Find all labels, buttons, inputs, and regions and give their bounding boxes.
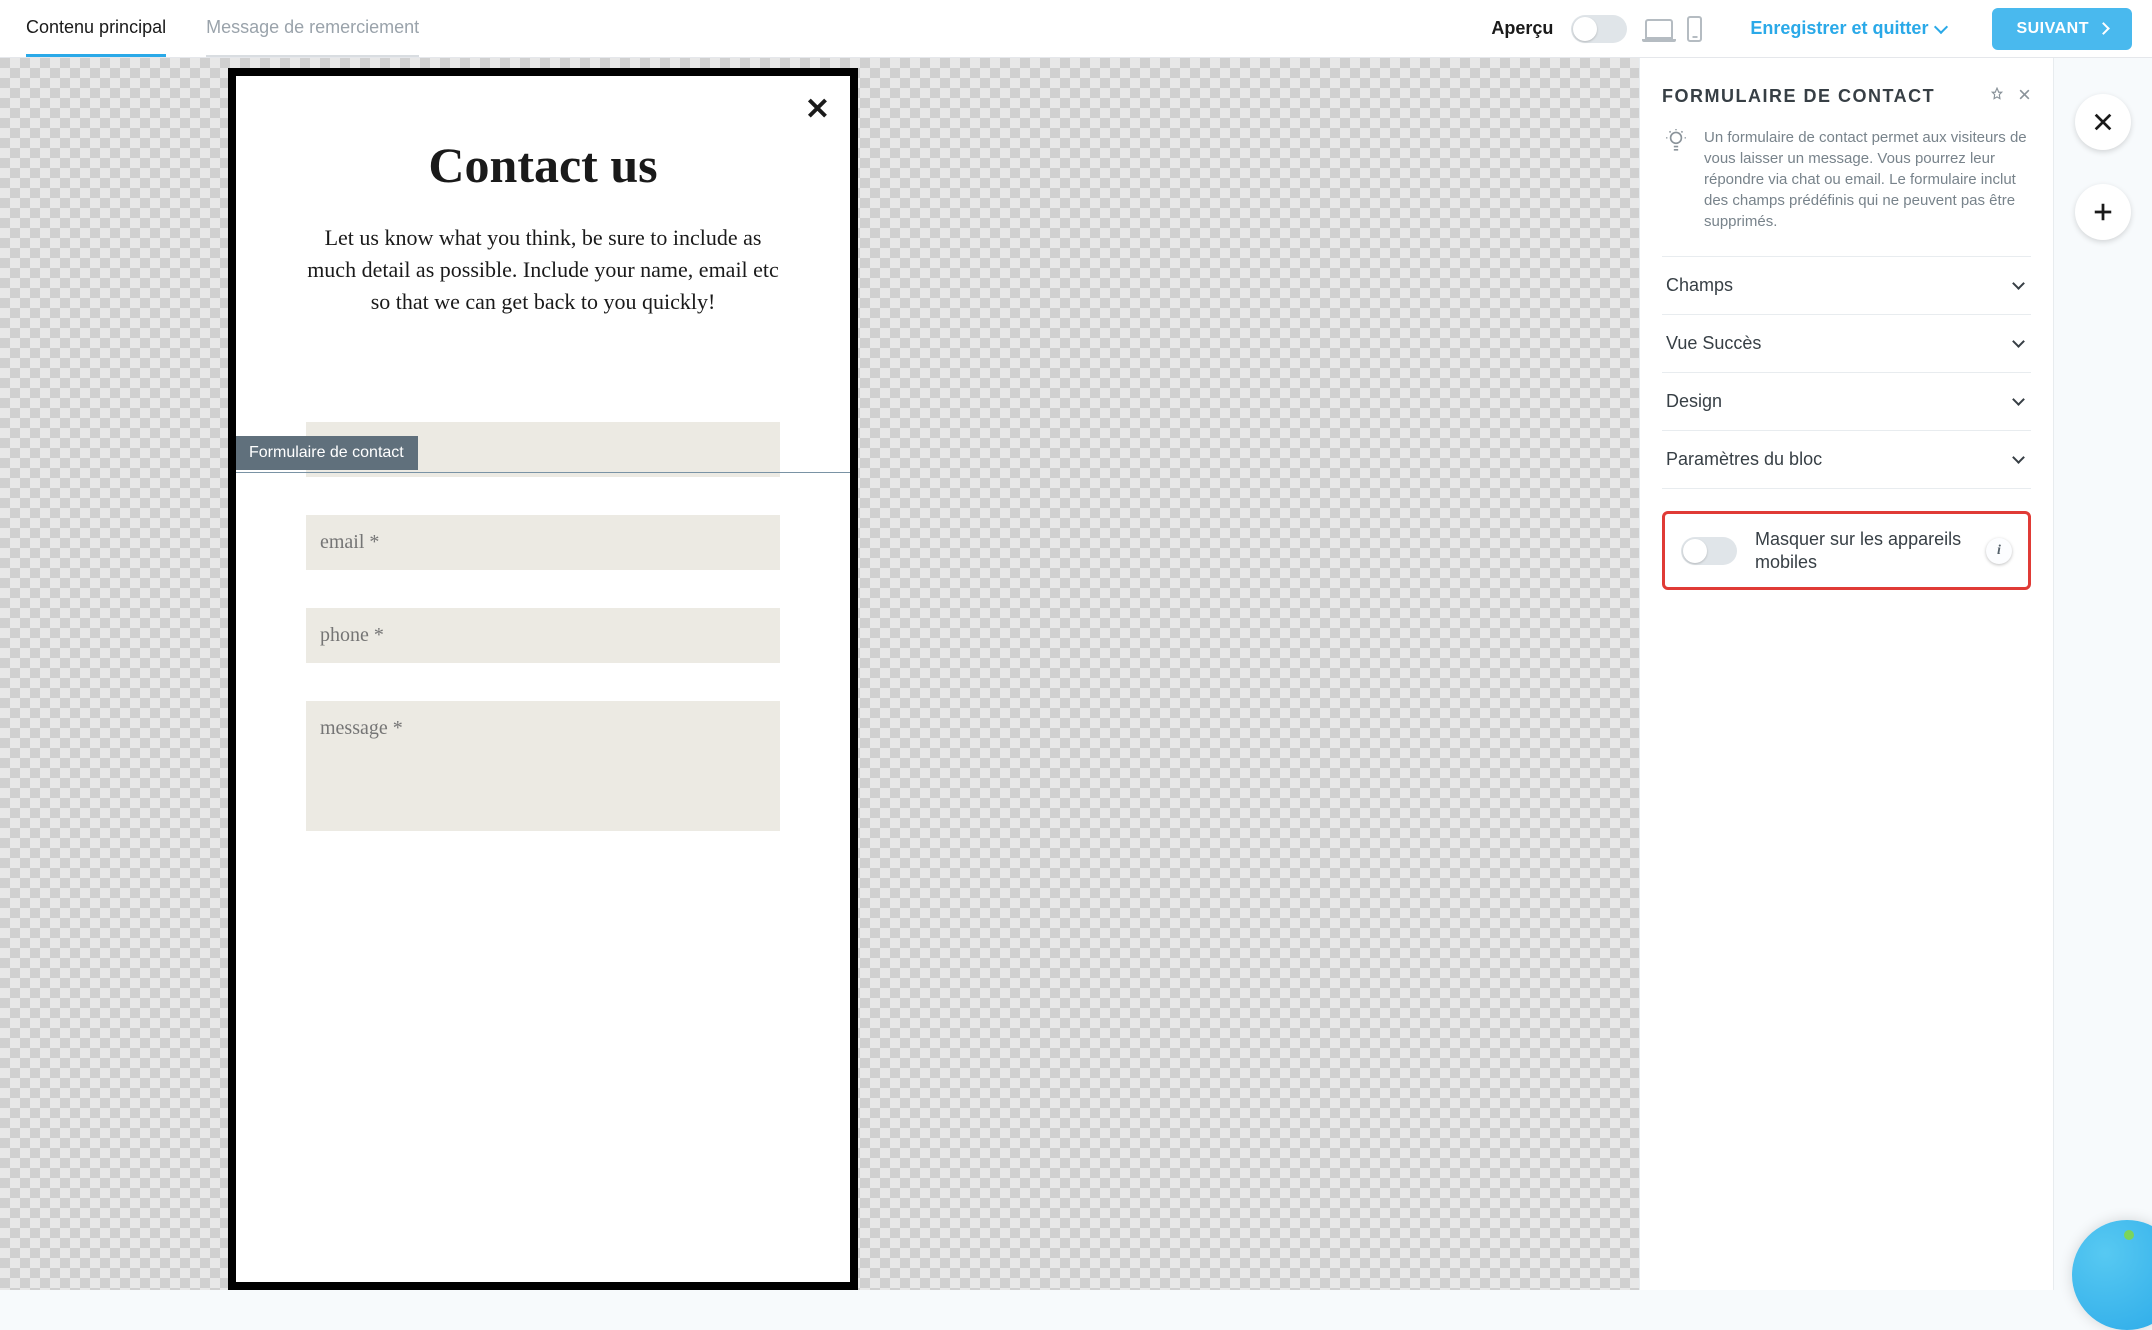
save-and-exit-label: Enregistrer et quitter [1750, 18, 1928, 39]
mobile-icon[interactable] [1687, 16, 1702, 42]
tab-thanks-message[interactable]: Message de remerciement [206, 1, 419, 57]
section-block-label: Paramètres du bloc [1666, 449, 1822, 470]
desktop-icon[interactable] [1645, 19, 1673, 39]
help-chat-bubble[interactable] [2072, 1220, 2152, 1330]
section-design[interactable]: Design [1662, 373, 2031, 430]
chevron-down-icon [1934, 19, 1948, 33]
right-rail [2054, 58, 2152, 1290]
close-panel-icon[interactable] [2018, 88, 2031, 106]
chevron-down-icon [2012, 393, 2025, 406]
chevron-down-icon [2012, 277, 2025, 290]
lightbulb-icon [1662, 127, 1690, 232]
settings-panel: Formulaire de contact Un formulaire de c… [1639, 58, 2054, 1290]
chevron-down-icon [2012, 335, 2025, 348]
add-block-button[interactable] [2075, 184, 2131, 240]
hide-on-mobile-toggle[interactable] [1681, 537, 1737, 565]
panel-tip-text: Un formulaire de contact permet aux visi… [1704, 127, 2031, 232]
contact-heading[interactable]: Contact us [276, 136, 810, 194]
next-button[interactable]: SUIVANT [1992, 8, 2132, 50]
preview-controls: Aperçu Enregistrer et quitter SUIVANT [1491, 8, 2132, 50]
email-field[interactable] [306, 515, 780, 570]
section-success-view[interactable]: Vue Succès [1662, 315, 2031, 372]
info-icon[interactable]: i [1986, 538, 2012, 564]
chevron-right-icon [2097, 22, 2110, 35]
section-block-settings[interactable]: Paramètres du bloc [1662, 431, 2031, 488]
hide-on-mobile-label: Masquer sur les appareils mobiles [1755, 528, 1968, 573]
preview-label: Aperçu [1491, 18, 1553, 39]
tab-main-content[interactable]: Contenu principal [26, 1, 166, 57]
pin-icon[interactable] [1990, 87, 2004, 106]
next-button-label: SUIVANT [2016, 20, 2089, 38]
panel-title: Formulaire de contact [1662, 86, 1935, 107]
close-icon[interactable]: ✕ [805, 92, 830, 127]
section-success-label: Vue Succès [1666, 333, 1761, 354]
section-fields-label: Champs [1666, 275, 1733, 296]
selected-block-tag[interactable]: Formulaire de contact [235, 436, 418, 470]
chevron-down-icon [2012, 451, 2025, 464]
hide-on-mobile-row: Masquer sur les appareils mobiles i [1662, 511, 2031, 590]
panel-tip: Un formulaire de contact permet aux visi… [1662, 107, 2031, 257]
preview-toggle[interactable] [1571, 15, 1627, 43]
top-bar: Contenu principal Message de remerciemen… [0, 0, 2152, 58]
device-icons [1645, 16, 1702, 42]
section-fields[interactable]: Champs [1662, 257, 2031, 314]
panel-header: Formulaire de contact [1662, 86, 2031, 107]
contact-description[interactable]: Let us know what you think, be sure to i… [303, 222, 783, 318]
message-field[interactable] [306, 701, 780, 831]
popup-preview-frame: ✕ Contact us Let us know what you think,… [228, 68, 858, 1290]
save-and-exit[interactable]: Enregistrer et quitter [1750, 18, 1946, 39]
editor-tabs: Contenu principal Message de remerciemen… [20, 1, 419, 57]
section-design-label: Design [1666, 391, 1722, 412]
form-divider [236, 472, 850, 473]
close-editor-button[interactable] [2075, 94, 2131, 150]
canvas-area: ✕ Contact us Let us know what you think,… [0, 58, 1639, 1290]
phone-field[interactable] [306, 608, 780, 663]
